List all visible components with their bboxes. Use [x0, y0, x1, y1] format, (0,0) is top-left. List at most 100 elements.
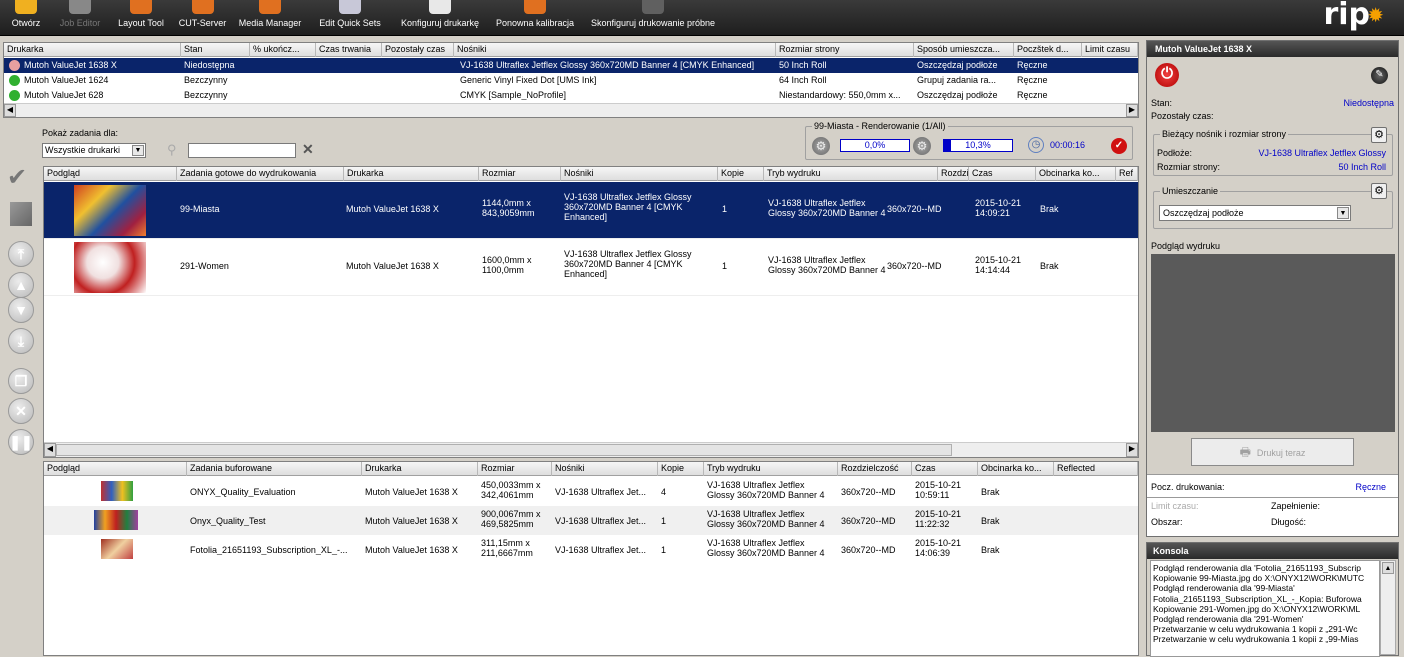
- column-header[interactable]: Obcinarka ko...: [1036, 167, 1116, 181]
- printers-hscrollbar[interactable]: ◀ ▶: [4, 103, 1138, 117]
- scroll-right-button[interactable]: ▶: [1126, 104, 1138, 117]
- console-log[interactable]: Podgląd renderowania dla 'Fotolia_216511…: [1150, 560, 1380, 657]
- column-header[interactable]: Rozmiar: [479, 167, 561, 181]
- buffered-job-row[interactable]: ONYX_Quality_Evaluation Mutoh ValueJet 16…: [44, 477, 1138, 506]
- column-header[interactable]: Zadania gotowe do wydrukowania: [177, 167, 344, 181]
- column-header[interactable]: Drukarka: [362, 462, 478, 476]
- scroll-thumb[interactable]: [56, 444, 952, 456]
- printer-status: Bezczynny: [184, 90, 228, 100]
- printer-row[interactable]: Mutoh ValueJet 1624 Bezczynny Generic Viny…: [4, 73, 1138, 88]
- print-now-button[interactable]: 🖶 Drukuj teraz: [1191, 438, 1354, 466]
- column-header[interactable]: Limit czasu: [1082, 43, 1138, 57]
- printer-filter-select[interactable]: Wszystkie drukarki ▼: [42, 143, 146, 158]
- clear-search-icon[interactable]: ✕: [302, 141, 314, 158]
- buffered-job-row[interactable]: Onyx_Quality_Test Mutoh ValueJet 1638 X 90…: [44, 506, 1138, 535]
- toolbar-button[interactable]: Skonfiguruj drukowanie próbne: [585, 0, 721, 36]
- copy-job-icon[interactable]: ❐: [8, 368, 34, 394]
- move-bottom-icon[interactable]: ⤓: [8, 328, 34, 354]
- toolbar-button-label: Edit Quick Sets: [319, 18, 381, 28]
- column-header[interactable]: Nośniki: [454, 43, 776, 57]
- search-input[interactable]: [188, 143, 296, 158]
- printer-row[interactable]: Mutoh ValueJet 1638 X Niedostępna VJ-1638 …: [4, 58, 1138, 73]
- column-header[interactable]: Podgląd: [44, 462, 187, 476]
- printer-icon: 🖶: [1239, 445, 1251, 459]
- move-down-icon[interactable]: ▼: [8, 297, 34, 323]
- toolbar-button[interactable]: CUT-Server: [175, 0, 230, 36]
- pause-icon[interactable]: ❚❚: [8, 429, 34, 455]
- printer-media: Generic Vinyl Fixed Dot [UMS Ink]: [460, 75, 597, 85]
- column-header[interactable]: Rozmiar strony: [776, 43, 914, 57]
- column-header[interactable]: Obcinarka ko...: [978, 462, 1054, 476]
- checkmark-icon[interactable]: ✔: [7, 165, 35, 191]
- ready-hscrollbar[interactable]: ◀ ▶: [44, 442, 1138, 457]
- stop-render-icon[interactable]: ✓: [1111, 138, 1127, 154]
- toolbar-button[interactable]: Layout Tool: [113, 0, 169, 36]
- toolbar-button[interactable]: Ponowna kalibracja: [490, 0, 580, 36]
- console-scrollbar[interactable]: ▲: [1380, 560, 1396, 655]
- remaining-label: Pozostały czas:: [1151, 111, 1214, 121]
- column-header[interactable]: Czas trwania: [316, 43, 382, 57]
- job-copies: 1: [722, 261, 728, 271]
- column-header[interactable]: % ukończ...: [250, 43, 316, 57]
- toolbar-button[interactable]: Konfiguruj drukarkę: [393, 0, 487, 36]
- scroll-right-button[interactable]: ▶: [1126, 443, 1138, 457]
- ready-job-row[interactable]: 99-Miasta Mutoh ValueJet 1638 X 1144,0mm x…: [44, 182, 1138, 239]
- toolbar-button-label: Ponowna kalibracja: [495, 18, 575, 28]
- ready-job-row[interactable]: 291-Women Mutoh ValueJet 1638 X 1600,0mm x…: [44, 239, 1138, 296]
- printer-name: Mutoh ValueJet 628: [24, 90, 104, 100]
- printer-start: Ręczne: [1017, 90, 1048, 100]
- column-header[interactable]: Nośniki: [552, 462, 658, 476]
- job-cutter: Brak: [1040, 204, 1059, 214]
- job-printer: Mutoh ValueJet 1638 X: [365, 516, 458, 526]
- scroll-left-button[interactable]: ◀: [4, 104, 16, 117]
- column-header[interactable]: Drukarka: [4, 43, 181, 57]
- column-header[interactable]: Czas: [969, 167, 1036, 181]
- job-media: VJ-1638 Ultraflex Jet...: [555, 545, 647, 555]
- console-line: Podgląd renderowania dla 'Fotolia_216511…: [1153, 563, 1361, 573]
- column-header[interactable]: Drukarka: [344, 167, 479, 181]
- column-header[interactable]: Stan: [181, 43, 250, 57]
- toolbar-button[interactable]: Otwórz: [4, 0, 48, 36]
- move-top-icon[interactable]: ⤒: [8, 241, 34, 267]
- column-header[interactable]: Rozdzielczość: [938, 167, 969, 181]
- column-header[interactable]: Kopie: [718, 167, 764, 181]
- stan-value: Niedostępna: [1343, 98, 1394, 108]
- chevron-down-icon[interactable]: ▼: [1337, 207, 1349, 219]
- pagesize-label: Rozmiar strony:: [1157, 162, 1221, 172]
- column-header[interactable]: Reflected: [1054, 462, 1138, 476]
- gear-icon[interactable]: ⚙: [1371, 183, 1387, 199]
- printer-page-size: Niestandardowy: 550,0mm x...: [779, 90, 901, 100]
- column-header[interactable]: Rozmiar: [478, 462, 552, 476]
- column-header[interactable]: Pozostały czas: [382, 43, 454, 57]
- placement-select[interactable]: Oszczędzaj podłoże ▼: [1159, 205, 1351, 221]
- column-header[interactable]: Czas: [912, 462, 978, 476]
- toolbar-button[interactable]: Edit Quick Sets: [317, 0, 383, 36]
- power-icon[interactable]: ⏻: [1155, 63, 1179, 87]
- edit-icon[interactable]: ✎: [1371, 67, 1388, 84]
- scroll-left-button[interactable]: ◀: [44, 443, 56, 457]
- toolbar-button-label: Job Editor: [59, 18, 101, 28]
- printer-row[interactable]: Mutoh ValueJet 628 Bezczynny CMYK [Sample_…: [4, 88, 1138, 103]
- column-header[interactable]: Poczštek d...: [1014, 43, 1082, 57]
- open-icon: [15, 0, 37, 14]
- move-up-icon[interactable]: ▲: [8, 272, 34, 298]
- column-header[interactable]: Kopie: [658, 462, 704, 476]
- toolbar-button-label: Skonfiguruj drukowanie próbne: [590, 18, 716, 28]
- job-cutter: Brak: [981, 516, 1000, 526]
- chevron-down-icon[interactable]: ▼: [132, 145, 144, 156]
- gear-icon[interactable]: ⚙: [1371, 127, 1387, 143]
- column-header[interactable]: Tryb wydruku: [704, 462, 838, 476]
- column-header[interactable]: Rozdzielczość: [838, 462, 912, 476]
- column-header[interactable]: Nośniki: [561, 167, 718, 181]
- delete-job-icon[interactable]: ✕: [8, 398, 34, 424]
- column-header[interactable]: Sposób umieszcza...: [914, 43, 1014, 57]
- column-header[interactable]: Podgląd: [44, 167, 177, 181]
- buffered-job-row[interactable]: Fotolia_21651193_Subscription_XL_-... Mut…: [44, 535, 1138, 564]
- column-header[interactable]: Ref: [1116, 167, 1138, 181]
- scroll-up-button[interactable]: ▲: [1382, 562, 1394, 574]
- column-header[interactable]: Zadania buforowane: [187, 462, 362, 476]
- placement-group-title: Umieszczanie: [1160, 186, 1221, 196]
- edit-job-icon[interactable]: [10, 202, 32, 226]
- toolbar-button[interactable]: Media Manager: [236, 0, 304, 36]
- column-header[interactable]: Tryb wydruku: [764, 167, 938, 181]
